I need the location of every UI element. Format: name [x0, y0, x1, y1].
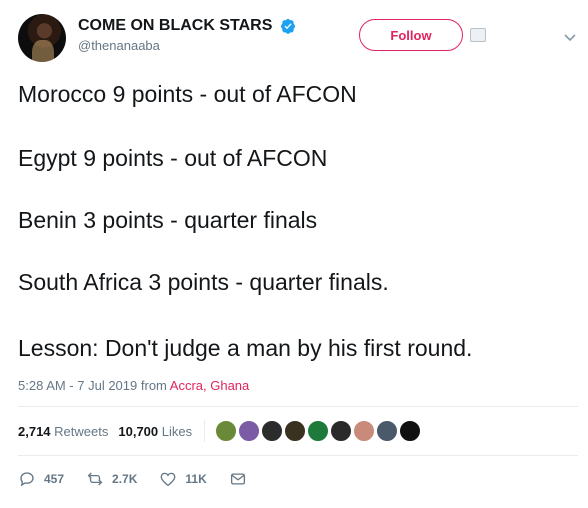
liker-avatar-9[interactable]	[399, 420, 422, 442]
follow-button[interactable]: Follow	[359, 19, 463, 51]
tweet-line: Lesson: Don't judge a man by his first r…	[18, 335, 473, 361]
liker-avatar-4[interactable]	[284, 420, 307, 442]
tweet-timestamp[interactable]: 5:28 AM - 7 Jul 2019	[18, 378, 137, 393]
liker-avatar-3[interactable]	[261, 420, 284, 442]
display-name[interactable]: COME ON BLACK STARS	[78, 16, 272, 36]
tweet-text: Morocco 9 points - out of AFCON Egypt 9 …	[18, 78, 578, 396]
retweets-stat[interactable]: 2,714 Retweets	[18, 424, 108, 439]
liker-avatar-7[interactable]	[353, 420, 376, 442]
envelope-icon	[230, 473, 245, 485]
tweet-line: Morocco 9 points - out of AFCON	[18, 81, 357, 107]
user-handle[interactable]: @thenanaaba	[78, 38, 296, 53]
likes-count: 10,700	[118, 423, 159, 439]
reply-count: 457	[44, 472, 65, 486]
retweets-label: Retweets	[54, 423, 109, 439]
liker-avatar-1[interactable]	[215, 420, 238, 442]
divider	[18, 455, 578, 456]
liker-avatar-5[interactable]	[307, 420, 330, 442]
reply-button[interactable]: 457	[18, 470, 64, 488]
like-count: 11K	[185, 472, 207, 486]
broken-image-icon	[470, 28, 486, 42]
avatar[interactable]	[18, 14, 66, 62]
tweet-stats: 2,714 Retweets 10,700 Likes	[18, 420, 422, 442]
divider	[18, 406, 578, 407]
tweet-header: COME ON BLACK STARS @thenanaaba Follow	[18, 12, 578, 62]
direct-message-button[interactable]	[229, 470, 255, 488]
chevron-down-icon[interactable]	[563, 30, 577, 44]
like-button[interactable]: 11K	[159, 470, 207, 488]
user-info[interactable]: COME ON BLACK STARS @thenanaaba	[78, 16, 296, 53]
from-label: from	[140, 378, 167, 393]
heart-icon	[160, 472, 176, 487]
liker-avatar-2[interactable]	[238, 420, 261, 442]
reply-icon	[20, 472, 34, 487]
tweet-actions: 457 2.7K 11K	[18, 470, 277, 488]
retweet-icon	[87, 472, 103, 486]
liker-avatars	[215, 420, 422, 442]
tweet-line: South Africa 3 points - quarter finals.	[18, 269, 389, 295]
tweet-line: Egypt 9 points - out of AFCON	[18, 145, 328, 171]
liker-avatar-8[interactable]	[376, 420, 399, 442]
stats-divider	[204, 420, 206, 442]
verified-badge-icon	[280, 18, 295, 34]
tweet-metadata: 5:28 AM - 7 Jul 2019 from Accra, Ghana	[18, 378, 249, 393]
liker-avatar-6[interactable]	[330, 420, 353, 442]
tweet-line: Benin 3 points - quarter finals	[18, 207, 318, 233]
retweet-count: 2.7K	[112, 472, 138, 486]
tweet-location-link[interactable]: Accra, Ghana	[170, 378, 250, 393]
likes-label: Likes	[161, 423, 193, 439]
likes-stat[interactable]: 10,700 Likes	[118, 424, 192, 439]
retweets-count: 2,714	[18, 423, 51, 439]
retweet-button[interactable]: 2.7K	[86, 470, 137, 488]
